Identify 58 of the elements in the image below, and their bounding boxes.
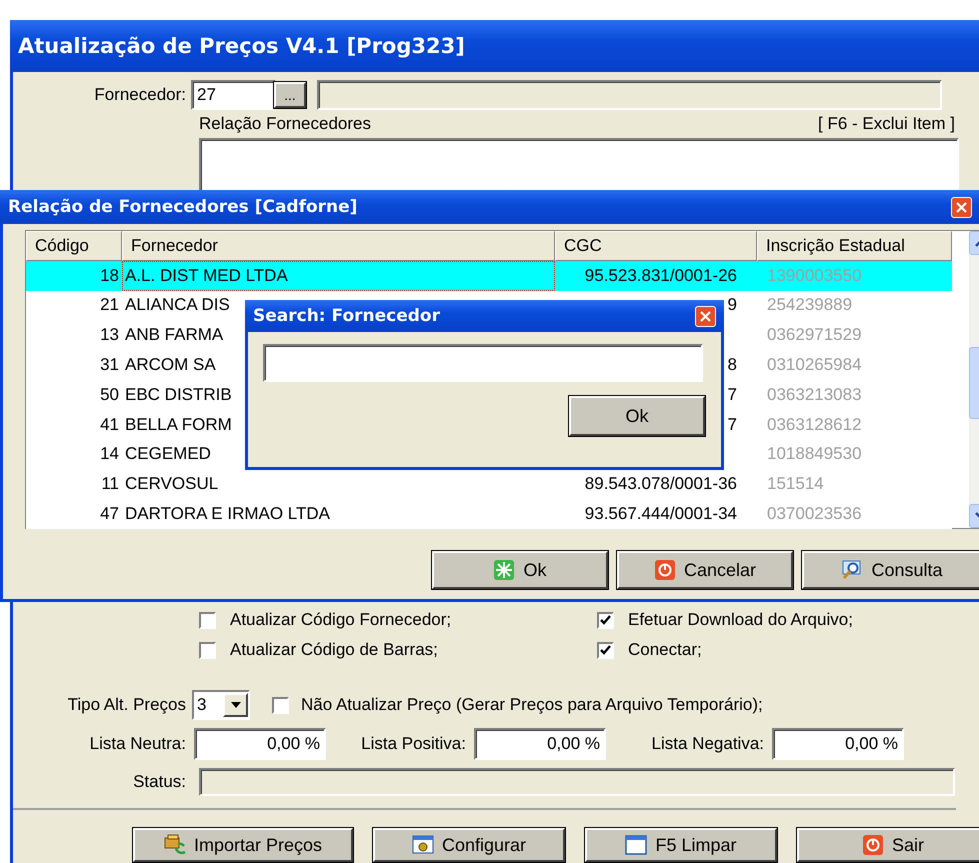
close-icon [956,202,967,212]
column-header[interactable]: Fornecedor [122,231,555,261]
column-header[interactable]: Código [26,231,122,261]
field-label: Fornecedor: [93,85,186,105]
supplier-name-field[interactable] [317,80,942,110]
power-icon [654,559,676,581]
close-button[interactable] [695,306,716,326]
dialog-title: Relação de Fornecedores [Cadforne] [8,197,358,217]
dialog-button[interactable]: Consulta [802,551,979,589]
checkmark-icon [600,614,611,626]
toolbar-button[interactable]: F5 Limpar [585,828,777,862]
price-type-dropdown[interactable]: 3 [192,690,250,720]
dialog-button[interactable]: Cancelar [617,551,793,589]
boxes-icon [164,834,186,856]
checkbox[interactable] [272,696,289,714]
option-label: Atualizar Código Fornecedor; [230,610,452,630]
magnifier-icon [841,559,864,581]
field-label: Tipo Alt. Preços [66,695,186,715]
field-label: Lista Positiva: [360,734,466,754]
window-gear-icon [412,834,434,856]
table-cell: 1390003550 [757,260,952,291]
table-cell: A.L. DIST MED LTDA [122,260,555,291]
search-field[interactable] [263,344,703,382]
star-icon [493,559,516,581]
percent-field[interactable]: 0,00 % [772,728,904,760]
table-cell: 18 [26,260,122,291]
dialog-button[interactable]: Ok [432,551,608,589]
option-label: Efetuar Download do Arquivo; [628,610,853,630]
power-icon [862,834,884,856]
supplier-code-field[interactable]: 27 [191,80,276,110]
percent-field[interactable]: 0,00 % [474,728,606,760]
checkmark-icon [600,644,611,656]
column-header[interactable]: Inscrição Estadual [757,231,952,261]
field-label: Lista Neutra: [88,734,186,754]
caret-icon [230,702,240,708]
toolbar-button[interactable]: Importar Preços [133,828,353,862]
lookup-button[interactable]: ... [274,82,306,108]
ok-button[interactable]: Ok [569,396,705,436]
close-button[interactable] [951,196,972,218]
field-label: Lista Negativa: [650,734,764,754]
close-icon [700,310,711,322]
option-label: Atualizar Código de Barras; [230,640,438,660]
option-label: Não Atualizar Preço (Gerar Preços para Arquivo Temporário); [301,695,763,715]
checkbox[interactable] [199,612,216,628]
option-label: Conectar; [628,640,702,660]
window-icon [625,834,648,856]
checkbox[interactable] [597,642,614,658]
list-label: Relação Fornecedores [199,114,371,134]
window-title: Atualização de Preços V4.1 [Prog323] [18,34,466,58]
field-label: Status: [132,772,186,792]
checkbox[interactable] [199,642,216,658]
percent-field[interactable]: 0,00 % [194,728,326,760]
list-hint: [ F6 - Exclui Item ] [818,114,955,134]
table-cell: 95.523.831/0001-26 [555,260,757,291]
column-header[interactable]: CGC [555,231,757,261]
toolbar-button[interactable]: Configurar [373,828,565,862]
toolbar-button[interactable]: Sair [797,828,979,862]
checkbox[interactable] [597,612,614,628]
